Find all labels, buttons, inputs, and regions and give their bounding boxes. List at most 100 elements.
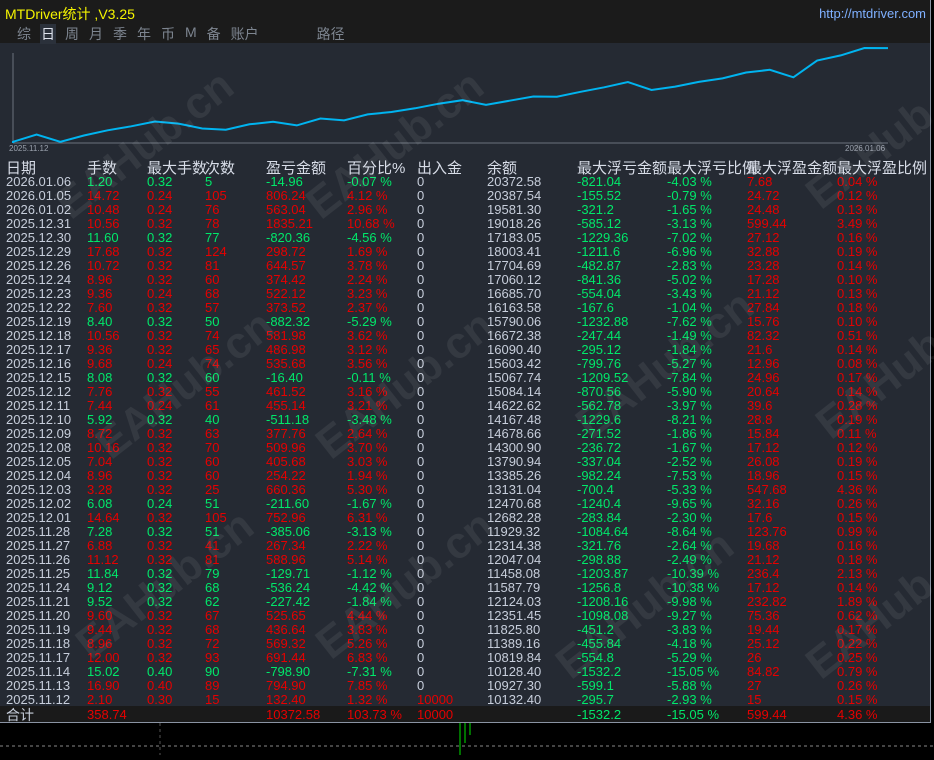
- cell-count: 74: [205, 328, 220, 343]
- cell-max-float-loss-pct: -9.65 %: [667, 496, 712, 511]
- cell-date: 2025.12.09: [6, 426, 72, 441]
- cell-max-float-loss-pct: -3.97 %: [667, 398, 712, 413]
- cell-date: 2025.12.04: [6, 468, 72, 483]
- cell-lots: 10.56: [87, 328, 120, 343]
- cell-pnl: 752.96: [266, 510, 306, 525]
- cell-percent: 2.64 %: [347, 426, 388, 441]
- cell-max-lots: 0.32: [147, 636, 173, 651]
- cell-max-float-profit: 232.82: [747, 594, 787, 609]
- watermark: EAHub.cn: [306, 300, 503, 469]
- cell-count: 67: [205, 608, 220, 623]
- cell-max-float-profit-pct: 0.99 %: [837, 524, 878, 539]
- cell-date: 2025.12.22: [6, 300, 72, 315]
- tab-1[interactable]: 日: [40, 24, 56, 44]
- cell-pnl: 455.14: [266, 398, 306, 413]
- cell-percent: 10.68 %: [347, 216, 395, 231]
- cell-deposit: 0: [417, 650, 425, 665]
- cell-date: 2025.12.31: [6, 216, 72, 231]
- cell-max-float-profit: 21.12: [747, 552, 780, 567]
- cell-deposit: 0: [417, 664, 425, 679]
- cell-max-lots: 0.32: [147, 482, 173, 497]
- tab-5[interactable]: 年: [136, 24, 152, 44]
- cell-pnl: -385.06: [266, 524, 311, 539]
- cell-max-float-loss: -1209.52: [577, 370, 629, 385]
- cell-max-lots: 0.32: [147, 510, 173, 525]
- cell-max-lots: 0.24: [147, 496, 173, 511]
- cell-count: 105: [205, 188, 227, 203]
- tab-2[interactable]: 周: [64, 24, 80, 44]
- cell-balance: 19581.30: [487, 202, 542, 217]
- cell-deposit: 0: [417, 244, 425, 259]
- cell-deposit: 0: [417, 174, 425, 189]
- cell-date: 2025.11.28: [6, 524, 71, 539]
- cell-count: 79: [205, 566, 220, 581]
- tab-0[interactable]: 综: [16, 24, 32, 44]
- cell-count: 105: [205, 510, 227, 525]
- cell-balance: 16090.40: [487, 342, 542, 357]
- title-bar: MTDriver统计 ,V3.25 http://mtdriver.com 综日…: [0, 0, 930, 44]
- cell-pnl: -211.60: [266, 496, 310, 511]
- cell-pnl: 691.44: [266, 650, 306, 665]
- cell-max-float-loss: -1098.08: [577, 608, 629, 623]
- tab-6[interactable]: 币: [160, 24, 176, 44]
- cell-max-float-profit: 17.6: [747, 510, 773, 525]
- cell-pnl: 535.68: [266, 356, 306, 371]
- tab-3[interactable]: 月: [88, 24, 104, 44]
- cell-max-float-loss-pct: -1.49 %: [667, 328, 712, 343]
- cell-count: 124: [205, 244, 227, 259]
- cell-max-lots: 0.32: [147, 524, 173, 539]
- cell-max-float-loss: -1232.88: [577, 314, 629, 329]
- cell-count: 5: [205, 174, 213, 189]
- cell-count: 60: [205, 454, 220, 469]
- cell-count: 68: [205, 622, 220, 637]
- cell-max-float-profit: 26.08: [747, 454, 780, 469]
- cell-max-float-loss: -870.56: [577, 384, 622, 399]
- website-link[interactable]: http://mtdriver.com: [819, 6, 926, 21]
- cell-lots: 1.20: [87, 174, 113, 189]
- cell-percent: 3.56 %: [347, 356, 388, 371]
- cell-pnl: -820.36: [266, 230, 311, 245]
- tab-8[interactable]: 备: [206, 24, 222, 44]
- cell-date: 2025.12.08: [6, 440, 72, 455]
- cell-max-float-profit: 12.96: [747, 356, 780, 371]
- cell-max-float-loss: -1229.36: [577, 230, 629, 245]
- cell-max-float-profit-pct: 0.12 %: [837, 440, 878, 455]
- cell-percent: 1.69 %: [347, 244, 388, 259]
- tab-9[interactable]: 账户: [230, 24, 260, 44]
- cell-date: 2025.12.29: [6, 244, 72, 259]
- cell-percent: -4.42 %: [347, 580, 392, 595]
- total-max-float-profit-pct: 4.36 %: [837, 707, 878, 722]
- cell-max-lots: 0.32: [147, 468, 173, 483]
- cell-percent: 1.94 %: [347, 468, 388, 483]
- cell-lots: 8.72: [87, 426, 113, 441]
- cell-deposit: 0: [417, 258, 425, 273]
- tab-10[interactable]: 路径: [316, 24, 346, 44]
- cell-max-float-loss-pct: -5.27 %: [667, 356, 712, 371]
- cell-pnl: 522.12: [266, 286, 306, 301]
- cell-max-lots: 0.32: [147, 244, 173, 259]
- tab-7[interactable]: M: [184, 24, 198, 44]
- cell-deposit: 0: [417, 342, 425, 357]
- cell-balance: 12047.04: [487, 552, 542, 567]
- cell-pnl: 132.40: [266, 692, 306, 707]
- cell-max-float-loss-pct: -9.27 %: [667, 608, 712, 623]
- cell-max-float-loss-pct: -5.29 %: [667, 650, 712, 665]
- cell-count: 40: [205, 412, 220, 427]
- cell-max-float-profit: 17.12: [747, 580, 780, 595]
- cell-max-float-loss-pct: -3.13 %: [667, 216, 712, 231]
- cell-pnl: 581.98: [266, 328, 306, 343]
- cell-max-lots: 0.32: [147, 314, 173, 329]
- cell-count: 81: [205, 552, 220, 567]
- cell-deposit: 0: [417, 622, 425, 637]
- cell-max-float-loss: -554.8: [577, 650, 614, 665]
- tab-4[interactable]: 季: [112, 24, 128, 44]
- cell-max-float-loss-pct: -10.38 %: [667, 580, 720, 595]
- cell-max-float-loss-pct: -0.79 %: [667, 188, 712, 203]
- cell-max-float-loss-pct: -4.18 %: [667, 636, 712, 651]
- cell-balance: 10128.40: [487, 664, 542, 679]
- cell-max-float-loss: -337.04: [577, 454, 622, 469]
- cell-deposit: 0: [417, 412, 425, 427]
- cell-date: 2025.11.24: [6, 580, 71, 595]
- cell-max-float-loss-pct: -1.84 %: [667, 342, 712, 357]
- cell-percent: -4.56 %: [347, 230, 392, 245]
